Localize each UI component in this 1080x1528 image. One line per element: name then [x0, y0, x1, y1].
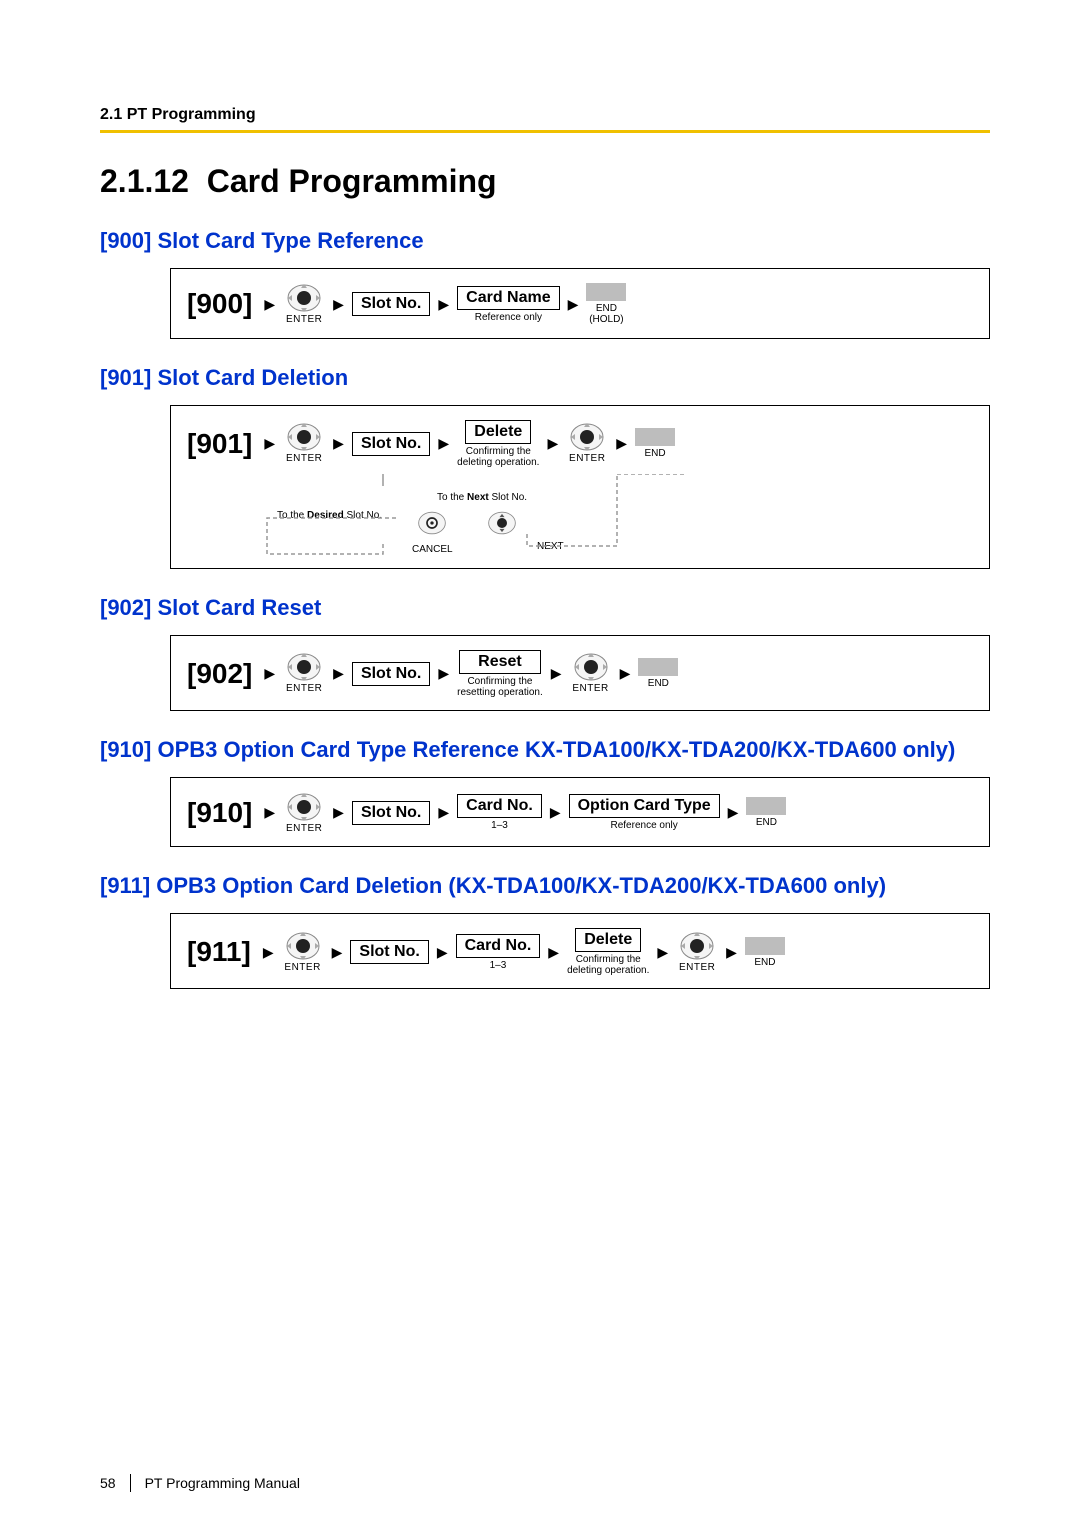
- card-no-range: 1–3: [491, 820, 508, 831]
- header-breadcrumb: 2.1 PT Programming: [100, 106, 990, 124]
- arrow-icon: ▶: [264, 296, 275, 313]
- end-key-icon: [638, 658, 678, 676]
- arrow-icon: ▶: [551, 665, 562, 682]
- end-label: END: [648, 678, 669, 689]
- end-label: END: [754, 957, 775, 968]
- item-title-901: [901] Slot Card Deletion: [100, 365, 990, 391]
- diagram-901: [901] ▶ ENTER ▶ Slot No. ▶ Delete Confir…: [170, 405, 990, 569]
- code-900: [900]: [187, 290, 252, 318]
- arrow-icon: ▶: [263, 944, 274, 961]
- arrow-icon: ▶: [437, 944, 448, 961]
- item-title-910: [910] OPB3 Option Card Type Reference KX…: [100, 737, 990, 763]
- option-card-type-box: Option Card Type: [569, 794, 720, 818]
- confirm-label: Confirming the resetting operation.: [457, 676, 543, 698]
- arrow-icon: ▶: [616, 435, 627, 452]
- header-rule: [100, 130, 990, 133]
- arrow-icon: ▶: [264, 804, 275, 821]
- confirm-label: Confirming the deleting operation.: [567, 954, 649, 976]
- item-title-902: [902] Slot Card Reset: [100, 595, 990, 621]
- manual-name: PT Programming Manual: [145, 1475, 300, 1491]
- slot-no-box: Slot No.: [350, 940, 428, 964]
- end-key-icon: [746, 797, 786, 815]
- arrow-icon: ▶: [333, 296, 344, 313]
- page-footer: 58 PT Programming Manual: [100, 1474, 300, 1492]
- arrow-icon: ▶: [438, 665, 449, 682]
- arrow-icon: ▶: [548, 944, 559, 961]
- arrow-icon: ▶: [568, 296, 579, 313]
- code-911: [911]: [187, 938, 251, 966]
- slot-no-box: Slot No.: [352, 292, 430, 316]
- ref-only-label: Reference only: [611, 820, 678, 831]
- arrow-icon: ▶: [657, 944, 668, 961]
- card-name-box: Card Name: [457, 286, 559, 310]
- slot-no-box: Slot No.: [352, 432, 430, 456]
- arrow-icon: ▶: [547, 435, 558, 452]
- enter-key-icon: ENTER: [570, 652, 612, 695]
- arrow-icon: ▶: [333, 435, 344, 452]
- footer-divider: [130, 1474, 131, 1492]
- arrow-icon: ▶: [620, 665, 631, 682]
- code-910: [910]: [187, 799, 252, 827]
- enter-key-icon: ENTER: [282, 931, 324, 974]
- diagram-911: [911] ▶ ENTER ▶ Slot No. ▶ Card No. 1–3 …: [170, 913, 990, 989]
- arrow-icon: ▶: [438, 804, 449, 821]
- item-title-911: [911] OPB3 Option Card Deletion (KX-TDA1…: [100, 873, 990, 899]
- enter-key-icon: ENTER: [676, 931, 718, 974]
- diagram-900: [900] ▶ ENTER ▶ Slot No. ▶ Card Name Ref…: [170, 268, 990, 339]
- code-901: [901]: [187, 430, 252, 458]
- code-902: [902]: [187, 660, 252, 688]
- arrow-icon: ▶: [264, 435, 275, 452]
- enter-key-icon: ENTER: [283, 422, 325, 465]
- arrow-icon: ▶: [438, 296, 449, 313]
- end-label: END: [644, 448, 665, 459]
- enter-key-icon: ENTER: [283, 652, 325, 695]
- delete-box: Delete: [575, 928, 641, 952]
- slot-no-box: Slot No.: [352, 662, 430, 686]
- confirm-label: Confirming the deleting operation.: [457, 446, 539, 468]
- enter-key-icon: ENTER: [566, 422, 608, 465]
- end-key-icon: [635, 428, 675, 446]
- arrow-icon: ▶: [333, 665, 344, 682]
- arrow-icon: ▶: [333, 804, 344, 821]
- reset-box: Reset: [459, 650, 541, 674]
- end-label: END: [756, 817, 777, 828]
- arrow-icon: ▶: [264, 665, 275, 682]
- diagram-902: [902] ▶ ENTER ▶ Slot No. ▶ Reset Confirm…: [170, 635, 990, 711]
- card-no-range: 1–3: [490, 960, 507, 971]
- end-key-icon: [745, 937, 785, 955]
- enter-key-icon: ENTER: [283, 792, 325, 835]
- diagram-910: [910] ▶ ENTER ▶ Slot No. ▶ Card No. 1–3 …: [170, 777, 990, 848]
- end-key-icon: [586, 283, 626, 301]
- arrow-icon: ▶: [728, 804, 739, 821]
- arrow-icon: ▶: [550, 804, 561, 821]
- slot-no-box: Slot No.: [352, 801, 430, 825]
- arrow-icon: ▶: [438, 435, 449, 452]
- end-label: END(HOLD): [589, 303, 623, 325]
- card-no-box: Card No.: [457, 794, 542, 818]
- enter-key-icon: ENTER: [283, 283, 325, 326]
- ref-only-label: Reference only: [475, 312, 542, 323]
- arrow-icon: ▶: [726, 944, 737, 961]
- item-title-900: [900] Slot Card Type Reference: [100, 228, 990, 254]
- card-no-box: Card No.: [456, 934, 541, 958]
- arrow-icon: ▶: [332, 944, 343, 961]
- page-number: 58: [100, 1475, 116, 1491]
- delete-box: Delete: [465, 420, 531, 444]
- section-title: 2.1.12 Card Programming: [100, 163, 990, 200]
